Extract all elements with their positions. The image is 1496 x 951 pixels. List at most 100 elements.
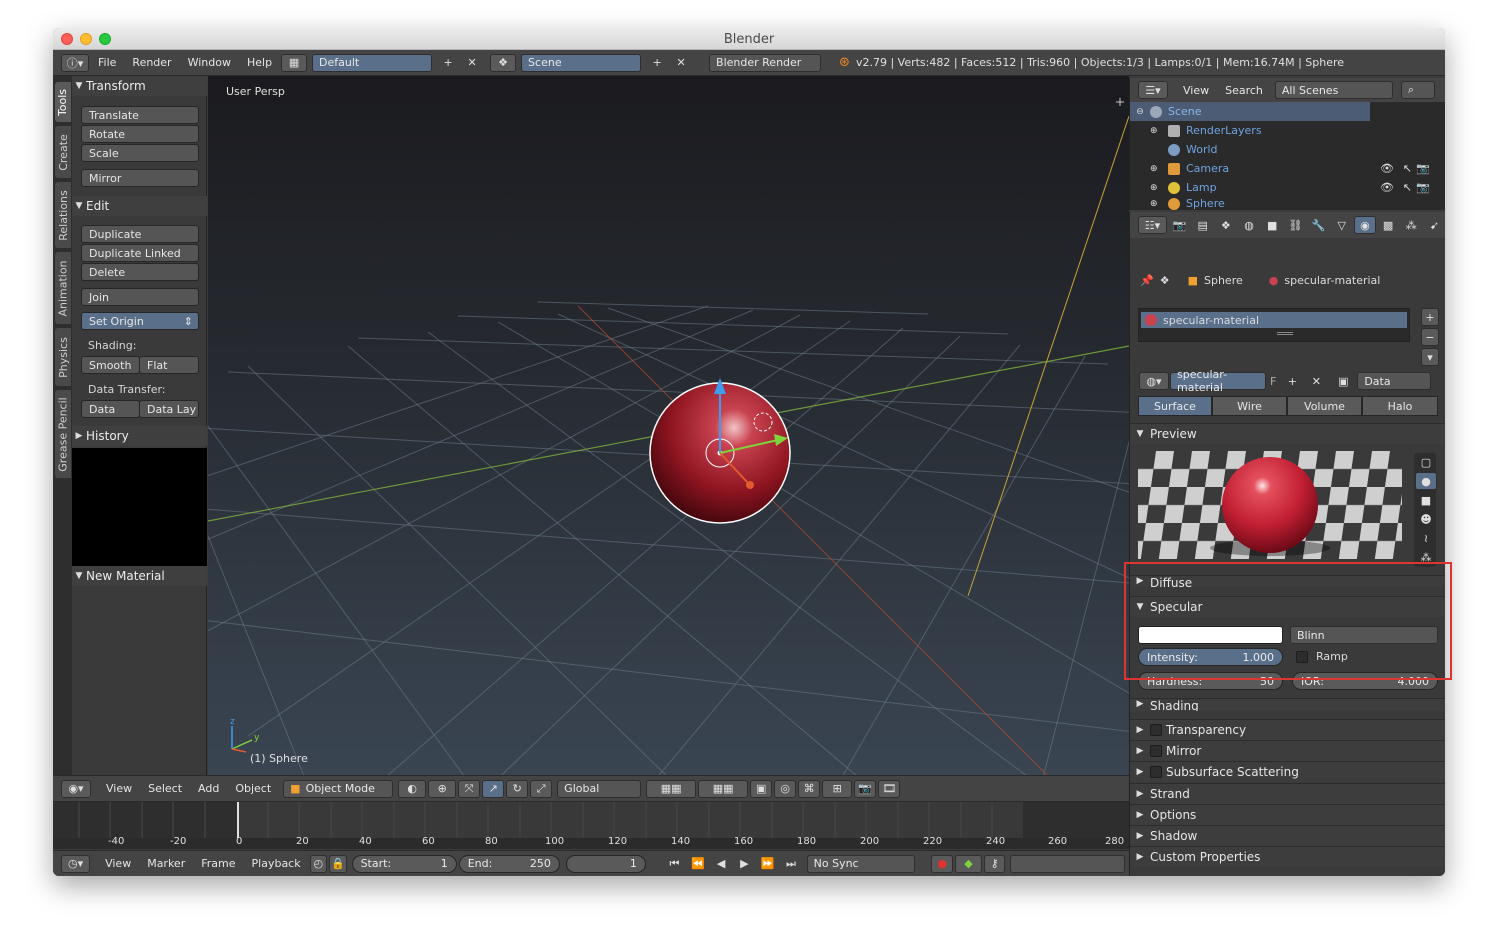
list-resize-handle[interactable] [1277, 332, 1293, 335]
tab-halo[interactable]: Halo [1362, 396, 1438, 416]
panel-transparency-header[interactable]: ▶ Transparency [1130, 719, 1445, 740]
active-keying-set-field[interactable] [1010, 854, 1126, 873]
slot-specials-icon[interactable]: ▾ [1421, 348, 1439, 366]
sync-mode-select[interactable]: No Sync [806, 854, 916, 873]
tab-animation[interactable]: Animation [55, 252, 71, 324]
material-name-field[interactable]: specular-material [1170, 368, 1266, 394]
editor-type-timeline-icon[interactable]: ◷▾ [61, 854, 91, 873]
panel-preview-header[interactable]: ▼ Preview [1130, 423, 1445, 444]
lock-layers-icon[interactable]: ▣ [750, 779, 773, 798]
preview-sphere-icon[interactable]: ● [1415, 472, 1437, 490]
set-origin-select[interactable]: Set Origin ⇕ [81, 312, 199, 330]
render-anim-icon[interactable]: 🎞 [878, 779, 901, 798]
constraints-context-icon[interactable]: ⛓ [1285, 216, 1306, 234]
panel-shadow-header[interactable]: ▶ Shadow [1130, 825, 1445, 846]
panel-new-material-header[interactable]: ▼ New Material [72, 566, 207, 586]
panel-shading-header[interactable]: ▶ Shading [1130, 698, 1445, 711]
renderable-camera-icon[interactable]: 📷 [1416, 181, 1430, 194]
keyframe-insert-icon[interactable]: ⚷ [984, 854, 1006, 873]
checkbox-icon[interactable] [1150, 745, 1162, 757]
snap-element-icon[interactable]: ⊞ [822, 779, 853, 798]
menu-help[interactable]: Help [239, 56, 280, 69]
editor-type-info-icon[interactable]: ⓘ▾ [61, 53, 89, 72]
tab-tools[interactable]: Tools [55, 82, 71, 122]
screen-layout-field[interactable]: Default [312, 53, 433, 72]
preview-cube-icon[interactable]: ■ [1415, 491, 1437, 509]
data-layout-button[interactable]: Data Lay [139, 400, 199, 418]
join-button[interactable]: Join [81, 288, 199, 306]
rotate-button[interactable]: Rotate [81, 125, 199, 143]
preview-flat-icon[interactable]: ▢ [1415, 453, 1437, 471]
add-slot-icon[interactable]: + [1421, 308, 1439, 326]
timeline-menu-view[interactable]: View [97, 857, 139, 870]
fake-user-toggle[interactable]: F [1270, 375, 1276, 388]
render-layers-context-icon[interactable]: ▤ [1192, 216, 1213, 234]
selectable-cursor-icon[interactable]: ↖ [1403, 181, 1412, 194]
orientation-select[interactable]: Global [557, 779, 642, 798]
tab-relations[interactable]: Relations [55, 182, 71, 248]
keying-set-icon[interactable]: ◆ [954, 854, 982, 873]
viewport-shading-icon[interactable]: ◐ [398, 779, 427, 798]
browse-material-icon[interactable]: ◍▾ [1139, 372, 1169, 390]
menu-object[interactable]: Object [227, 782, 279, 795]
panel-sss-header[interactable]: ▶ Subsurface Scattering [1130, 761, 1445, 782]
end-frame-field[interactable]: End: 250 [458, 854, 560, 873]
material-slot-row[interactable]: specular-material [1141, 312, 1407, 328]
flat-button[interactable]: Flat [139, 356, 199, 374]
panel-strand-header[interactable]: ▶ Strand [1130, 783, 1445, 804]
timeline[interactable]: -40 -20 0 20 40 60 80 100 120 140 160 18… [53, 801, 1129, 849]
tab-volume[interactable]: Volume [1287, 396, 1362, 416]
manipulator-toggle-icon[interactable]: ⤧ [458, 779, 481, 798]
scene-selector-icon[interactable]: ❖ [490, 53, 517, 72]
remove-layout-icon[interactable]: ✕ [461, 54, 483, 72]
screen-layout-icon[interactable]: ▦ [281, 53, 308, 72]
panel-custom-properties-header[interactable]: ▶ Custom Properties [1130, 846, 1445, 867]
record-icon[interactable]: ● [931, 854, 953, 873]
3d-viewport[interactable]: User Persp z y (1) Sphere [208, 76, 1129, 775]
render-icon[interactable]: 📷 [854, 779, 877, 798]
duplicate-button[interactable]: Duplicate [81, 225, 199, 243]
tab-surface[interactable]: Surface [1138, 396, 1212, 416]
pin-icon[interactable]: 📌 [1140, 274, 1154, 287]
editor-type-properties-icon[interactable]: ☷▾ [1138, 216, 1167, 234]
scale-button[interactable]: Scale [81, 144, 199, 162]
particles-context-icon[interactable]: ⁂ [1401, 216, 1422, 234]
scene-context-icon[interactable]: ❖ [1215, 216, 1236, 234]
outliner-menu-search[interactable]: Search [1217, 84, 1271, 97]
tab-wire[interactable]: Wire [1212, 396, 1287, 416]
menu-render[interactable]: Render [124, 56, 179, 69]
menu-select[interactable]: Select [140, 782, 190, 795]
translate-manipulator-icon[interactable]: ↗ [482, 779, 505, 798]
material-context-icon[interactable]: ◉ [1354, 216, 1376, 234]
add-layout-icon[interactable]: + [437, 54, 459, 72]
delete-button[interactable]: Delete [81, 263, 199, 281]
outliner-row-camera[interactable]: ⊕ Camera 👁 ↖ 📷 [1130, 159, 1445, 178]
visibility-eye-icon[interactable]: 👁 [1380, 162, 1394, 175]
data-context-icon[interactable]: ▽ [1331, 216, 1352, 234]
selectable-cursor-icon[interactable]: ↖ [1403, 162, 1412, 175]
menu-file[interactable]: File [90, 56, 124, 69]
panel-history-header[interactable]: ▶ History [72, 426, 207, 446]
timeline-menu-playback[interactable]: Playback [244, 857, 309, 870]
panel-transform-header[interactable]: ▼ Transform [72, 76, 207, 96]
editor-type-3d-icon[interactable]: ◉▾ [61, 779, 91, 798]
visibility-eye-icon[interactable]: 👁 [1380, 181, 1394, 194]
mirror-button[interactable]: Mirror [81, 169, 199, 187]
preview-hair-icon[interactable]: ≀ [1415, 529, 1437, 547]
jump-end-icon[interactable]: ⏭ [780, 855, 801, 873]
physics-context-icon[interactable]: ➹ [1424, 216, 1445, 234]
texture-context-icon[interactable]: ▩ [1378, 216, 1399, 234]
tab-grease-pencil[interactable]: Grease Pencil [55, 390, 71, 478]
layers-icon[interactable]: ▦▦ [646, 779, 697, 798]
data-transfer-button[interactable]: Data [81, 400, 140, 418]
remove-scene-icon[interactable]: ✕ [670, 54, 692, 72]
renderable-camera-icon[interactable]: 📷 [1416, 162, 1430, 175]
lock-icon[interactable]: 🔒 [329, 854, 347, 873]
checkbox-icon[interactable] [1150, 724, 1162, 736]
panel-edit-header[interactable]: ▼ Edit [72, 196, 207, 216]
display-mode-select[interactable]: All Scenes [1274, 81, 1393, 99]
start-frame-field[interactable]: Start: 1 [351, 854, 457, 873]
search-icon[interactable]: ⌕ [1400, 81, 1435, 99]
remove-slot-icon[interactable]: − [1421, 328, 1439, 346]
editor-type-outliner-icon[interactable]: ☰▾ [1138, 81, 1168, 99]
